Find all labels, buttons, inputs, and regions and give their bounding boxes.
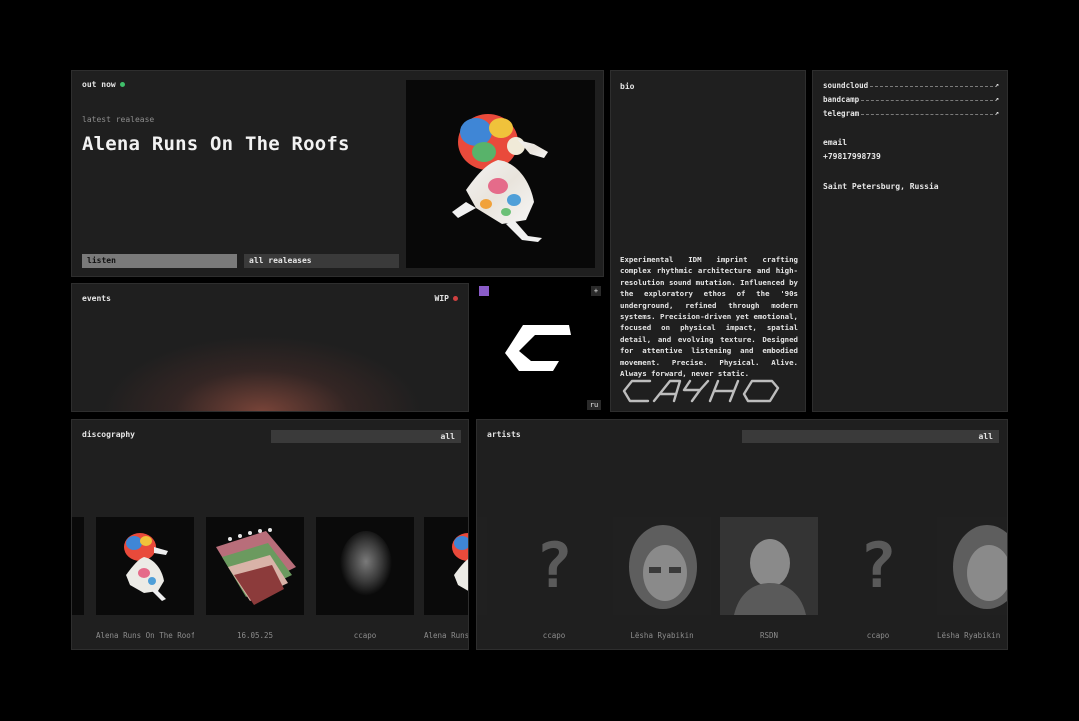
latest-release-label: latest realease [82,115,155,124]
album-tile[interactable] [316,517,414,615]
external-link-icon: ↗ [994,95,999,103]
cayho-logo-icon [622,379,780,403]
link-leader [861,95,993,101]
artists-panel: artists all ? ? ccapo Lësha Ryabikin RSD… [476,419,1008,650]
link-leader [870,81,993,87]
artist-caption: RSDN [759,631,779,640]
link-bandcamp-label: bandcamp [823,95,860,104]
language-toggle[interactable]: ru [587,400,601,410]
email-label: email [823,138,848,147]
events-wip-badge: WIP [435,294,458,303]
album-cover-blurred-figure [340,531,392,599]
album-cover-running-girl [124,533,168,601]
phone-number[interactable]: +79817998739 [823,152,881,161]
out-now-label: out now [82,80,125,89]
logo-block: + ru [475,283,605,412]
album-caption: Alena Runs On The Roofs [96,631,194,640]
location-text: Saint Petersburg, Russia [823,182,939,191]
artist-caption: ccapo [542,631,566,640]
link-telegram-label: telegram [823,109,860,118]
artist-tile[interactable] [477,517,487,615]
link-soundcloud[interactable]: soundcloud ↗ [823,81,999,90]
link-leader [861,109,993,115]
status-dot-icon [119,82,125,87]
album-cover-running-girl [452,533,468,591]
wip-text: WIP [434,294,449,303]
events-panel[interactable]: events WIP [71,283,469,412]
out-now-panel: out now latest realease Alena Runs On Th… [71,70,604,277]
artist-caption: Lësha Ryabikin [937,631,1001,640]
release-title: Alena Runs On The Roofs [82,133,350,155]
album-caption: Alena Runs On The Roofs [424,631,469,640]
plus-button[interactable]: + [591,286,601,296]
link-telegram[interactable]: telegram ↗ [823,109,999,118]
link-soundcloud-label: soundcloud [823,81,869,90]
artist-caption: ccapo [866,631,890,640]
artist-tile[interactable]: ? [505,517,603,615]
bio-label: bio [620,82,635,91]
links-panel: soundcloud ↗ bandcamp ↗ telegram ↗ email… [812,70,1008,412]
artist-photo [629,525,697,609]
bio-text: Experimental IDM imprint crafting comple… [620,255,798,379]
album-cover-cards [216,528,296,605]
artists-all-button[interactable]: all [742,430,999,443]
album-tile[interactable] [96,517,194,615]
unknown-artist-icon: ? [859,529,897,602]
discography-all-button[interactable]: all [271,430,461,443]
album-caption: ccapo [353,631,377,640]
c-logo-icon [505,325,571,371]
external-link-icon: ↗ [994,109,999,117]
listen-button[interactable]: listen [82,254,237,268]
artist-tile[interactable] [720,517,818,615]
running-girl-illustration [452,114,548,242]
unknown-artist-icon: ? [535,529,573,602]
bio-panel: bio Experimental IDM imprint crafting co… [610,70,806,412]
album-caption: 16.05.25 [236,631,274,640]
events-label: events [82,294,111,303]
album-tile[interactable] [206,517,304,615]
events-glow [72,304,468,411]
release-cover-art[interactable] [406,80,595,268]
out-now-label-text: out now [82,80,116,89]
label-logo [620,376,798,406]
album-tile[interactable] [424,517,468,615]
artists-label: artists [487,430,521,439]
wip-dot-icon [453,296,458,301]
external-link-icon: ↗ [994,81,999,89]
artist-photo [720,517,818,615]
all-releases-button[interactable]: all realeases [244,254,399,268]
artist-tile[interactable] [937,517,1007,615]
album-tile[interactable] [72,517,84,615]
artist-tile[interactable] [613,517,711,615]
artist-photo [953,525,1007,609]
artist-caption: Lësha Ryabikin [630,631,694,640]
accent-square-icon [479,286,489,296]
discography-panel: discography all Alena Runs On The Roofs … [71,419,469,650]
artist-tile[interactable]: ? [829,517,927,615]
link-bandcamp[interactable]: bandcamp ↗ [823,95,999,104]
discography-label: discography [82,430,135,439]
